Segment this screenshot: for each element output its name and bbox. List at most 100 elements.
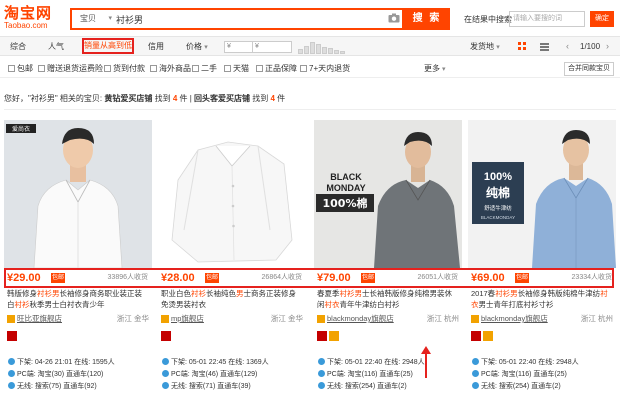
filter-authentic[interactable]: 正品保障 (256, 60, 297, 77)
checkbox[interactable] (192, 65, 199, 72)
product-title[interactable]: 2017春衬衫男长袖修身韩版纯棉牛津纺衬衣男士青年打底衬衫寸衫 (471, 288, 613, 310)
shop-name[interactable]: blackmonday旗舰店 (327, 313, 394, 325)
pc-icon (162, 370, 169, 377)
shop-location: 浙江 杭州 (580, 314, 613, 323)
title-text: 韩版修身 (7, 289, 37, 298)
gold-badge-icon[interactable] (329, 331, 339, 341)
checkbox[interactable] (300, 65, 307, 72)
logo-subtext: Taobao.com (4, 21, 48, 30)
stat-text: 无线: 搜索(71) 直通车(39) (171, 383, 251, 390)
hint-gold-shop[interactable]: 黄钻爱买店铺 (104, 94, 152, 103)
list-view-icon[interactable] (540, 42, 549, 51)
hint-repeat-shop[interactable]: 回头客爱买店铺 (194, 94, 250, 103)
sort-credit[interactable]: 信用 (148, 37, 164, 56)
stat-delist: 下架: 04-26 21:01 在线: 1595人 (8, 358, 115, 368)
filter-label: 货到付款 (113, 64, 145, 73)
free-shipping-badge: 包邮 (515, 273, 530, 283)
filter-overseas[interactable]: 海外商品 (150, 60, 191, 77)
sort-price-label: 价格 (186, 42, 202, 51)
ship-from-label: 发货地 (470, 42, 494, 51)
shop-name[interactable]: blackmonday旗舰店 (481, 313, 548, 325)
product-image[interactable]: 100% 纯棉 舒适牛津纺 BLACKMONDAY (468, 120, 616, 268)
shop-row: mp旗舰店 浙江 金华 (161, 313, 303, 325)
filter-free-shipping[interactable]: 包邮 (8, 60, 33, 77)
filter-label: 7+天内退货 (309, 64, 351, 73)
product-image[interactable] (158, 120, 306, 268)
sort-default[interactable]: 综合 (10, 37, 26, 56)
shop-location: 浙江 金华 (270, 314, 303, 323)
merge-same-items-button[interactable]: 合并同款宝贝 (564, 62, 614, 76)
tmall-badge-icon[interactable] (471, 331, 481, 341)
stat-delist: 下架: 05-01 22:40 在线: 2948人 (318, 358, 425, 368)
ship-from-select[interactable]: 发货地 ▾ (470, 37, 500, 57)
tmall-badge-icon[interactable] (317, 331, 327, 341)
more-filters[interactable]: 更多 ▾ (424, 60, 445, 78)
taobao-logo[interactable]: 淘宝网 Taobao.com (4, 5, 64, 33)
stat-text: 下架: 05-01 22:40 在线: 2948人 (481, 359, 579, 366)
stat-text: 下架: 04-26 21:01 在线: 1595人 (17, 359, 115, 366)
filter-label: 正品保障 (265, 64, 297, 73)
shop-name[interactable]: mp旗舰店 (171, 313, 204, 325)
filter-secondhand[interactable]: 二手 (192, 60, 217, 77)
mobile-icon (318, 382, 325, 389)
image-text: BLACK (330, 172, 362, 182)
camera-icon[interactable] (388, 13, 400, 23)
stat-mobile: 无线: 搜索(254) 直通车(2) (318, 382, 407, 392)
product-price: ¥69.00 (471, 272, 505, 284)
stat-text: 下架: 05-01 22:45 在线: 1369人 (171, 359, 269, 366)
title-text: 青年牛津纺白衬衫 (339, 300, 400, 309)
taobao-search-page: { "logo": {"main": "淘宝网", "sub": "Taobao… (0, 0, 620, 398)
sort-sales-desc[interactable]: 销量从高到低 (82, 38, 134, 54)
grid-view-icon[interactable] (518, 42, 527, 51)
price-histogram-icon[interactable] (298, 40, 346, 54)
pc-icon (8, 370, 15, 377)
checkbox[interactable] (256, 65, 263, 72)
shop-icon (471, 315, 479, 323)
price-max-input[interactable]: ¥ (252, 41, 292, 53)
checkbox[interactable] (224, 65, 231, 72)
checkbox[interactable] (38, 65, 45, 72)
product-card[interactable]: BLACK MONDAY 100%棉 ¥79.00 包邮 26051人收货 春夏… (314, 120, 462, 398)
filter-return-insurance[interactable]: 赠送退货运费险 (38, 60, 103, 77)
sort-popularity[interactable]: 人气 (48, 37, 64, 56)
product-card[interactable]: 100% 纯棉 舒适牛津纺 BLACKMONDAY ¥69.00 包邮 2333… (468, 120, 616, 398)
prev-page-icon[interactable]: ‹ (566, 37, 569, 56)
filter-label: 赠送退货运费险 (47, 64, 103, 73)
pc-icon (472, 370, 479, 377)
clock-icon (318, 358, 325, 365)
product-image[interactable]: 爱尚衣 (4, 120, 152, 268)
filter-tmall[interactable]: 天猫 (224, 60, 249, 77)
product-title[interactable]: 韩版修身衬衫男长袖修身商务职业装正装白衬衫秋季男士白衬衣青少年 (7, 288, 149, 310)
next-page-icon[interactable]: › (606, 37, 609, 56)
sort-bar: 综合 人气 销量从高到低 信用 价格 ▾ ¥ - ¥ 发货地 ▾ ‹ 1/100… (0, 36, 620, 56)
gold-badge-icon[interactable] (483, 331, 493, 341)
shop-name[interactable]: 旺比亚旗舰店 (17, 313, 62, 325)
checkbox[interactable] (8, 65, 15, 72)
image-text: MONDAY (326, 183, 365, 193)
product-title[interactable]: 职业白色衬衫长袖纯色男士商务正装修身免烫男装衬衣 (161, 288, 303, 310)
result-search-confirm-button[interactable]: 确定 (590, 11, 614, 27)
search-scope-select[interactable]: 宝贝 ▾ (74, 12, 114, 26)
filter-7day-return[interactable]: 7+天内退货 (300, 60, 350, 77)
result-search-input[interactable]: 请输入要搜的词 (509, 11, 585, 27)
sort-price[interactable]: 价格 ▾ (186, 37, 208, 56)
free-shipping-badge: 包邮 (361, 273, 376, 283)
product-image[interactable]: BLACK MONDAY 100%棉 (314, 120, 462, 268)
product-title[interactable]: 春夏季衬衫男士长袖韩版修身纯棉男装休闲衬衣青年牛津纺白衬衫 (317, 288, 459, 310)
product-card[interactable]: 爱尚衣 ¥29.00 包邮 33896人收货 韩版修身衬衫男长袖修身商务职业装正… (4, 120, 152, 398)
search-button[interactable]: 搜 索 (404, 8, 450, 30)
badge-row (471, 331, 495, 341)
tmall-badge-icon[interactable] (7, 331, 17, 341)
mobile-icon (8, 382, 15, 389)
shop-icon (317, 315, 325, 323)
hint-text: 找到 (250, 94, 271, 103)
stat-mobile: 无线: 搜索(75) 直通车(92) (8, 382, 97, 392)
tmall-badge-icon[interactable] (161, 331, 171, 341)
search-input[interactable] (116, 11, 378, 27)
checkbox[interactable] (150, 65, 157, 72)
stat-pc: PC端: 淘宝(116) 直通车(25) (472, 370, 567, 380)
filter-cod[interactable]: 货到付款 (104, 60, 145, 77)
product-card[interactable]: ¥28.00 包邮 26864人收货 职业白色衬衫长袖纯色男士商务正装修身免烫男… (158, 120, 306, 398)
checkbox[interactable] (104, 65, 111, 72)
mobile-icon (162, 382, 169, 389)
